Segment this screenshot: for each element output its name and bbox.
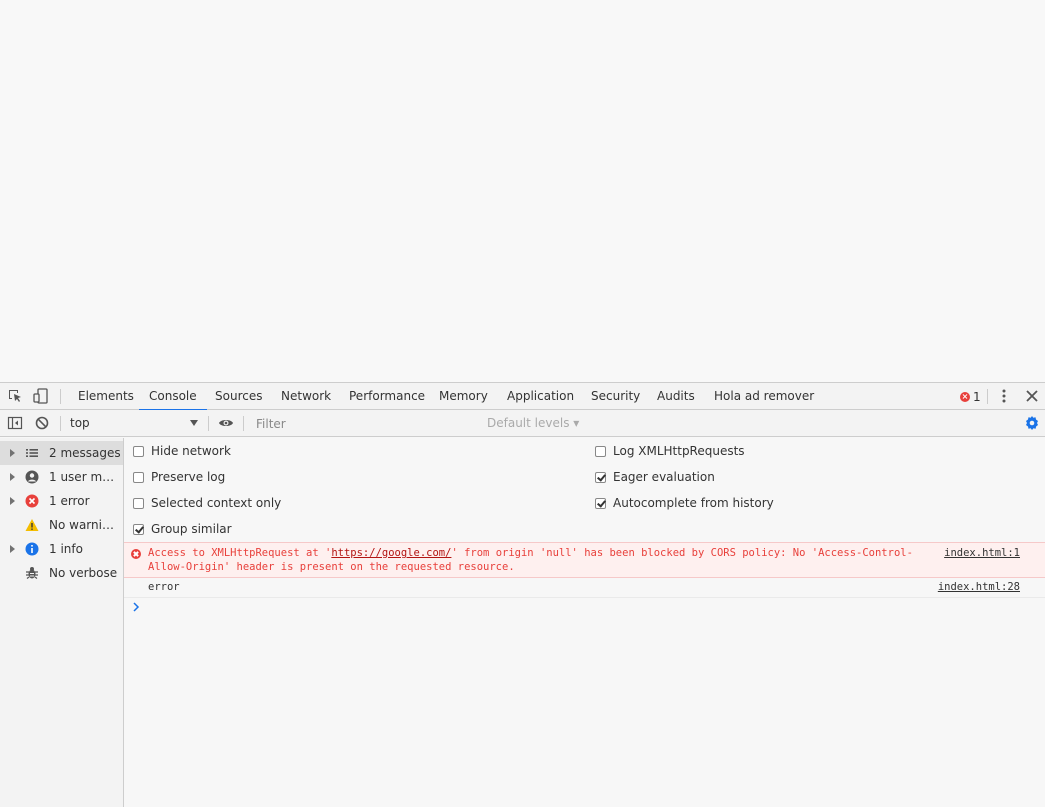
error-text-before: Access to XMLHttpRequest at ' [148, 547, 332, 559]
console-log-message: error index.html:28 [124, 578, 1045, 598]
devtools-panel: Elements Console Sources Network Perform… [0, 382, 1045, 807]
clear-console-icon[interactable] [34, 415, 50, 431]
preserve-log-option[interactable]: Preserve log [133, 467, 225, 487]
selected-context-label: Selected context only [151, 496, 282, 510]
warning-icon [25, 519, 39, 531]
error-count: 1 [973, 390, 981, 404]
close-icon[interactable] [1024, 388, 1040, 404]
tab-application[interactable]: Application [507, 383, 574, 410]
log-levels-label: Default levels [487, 416, 570, 430]
console-toolbar: top Default levels ▾ [0, 410, 1045, 437]
tab-console[interactable]: Console [139, 383, 207, 411]
tab-security[interactable]: Security [591, 383, 640, 410]
list-icon [26, 449, 38, 457]
sidebar-item-label: No verbose [49, 566, 118, 580]
page-viewport [0, 0, 1045, 382]
tab-network[interactable]: Network [281, 383, 331, 410]
hide-network-checkbox[interactable] [133, 445, 144, 457]
error-icon [25, 494, 39, 508]
devtools-tabbar: Elements Console Sources Network Perform… [0, 383, 1045, 411]
sidebar-item-label: 1 user mess... [49, 470, 121, 484]
info-icon [25, 542, 39, 556]
sidebar-item-label: 1 error [49, 494, 90, 508]
error-icon: × [960, 392, 970, 402]
expand-arrow-icon[interactable] [10, 473, 15, 481]
bug-icon [26, 567, 38, 579]
console-messages: Access to XMLHttpRequest at 'https://goo… [124, 542, 1045, 807]
eager-evaluation-checkbox[interactable] [595, 471, 606, 483]
toolbar-separator [987, 389, 988, 404]
error-message-text: Access to XMLHttpRequest at 'https://goo… [148, 546, 918, 574]
sidebar-item-label: 1 info [49, 542, 83, 556]
autocomplete-history-checkbox[interactable] [595, 497, 606, 509]
error-icon [131, 549, 141, 559]
log-xhr-label: Log XMLHttpRequests [613, 444, 745, 458]
preserve-log-checkbox[interactable] [133, 471, 144, 483]
log-source-link[interactable]: index.html:28 [938, 581, 1020, 593]
sidebar-item-errors[interactable]: 1 error [0, 489, 123, 513]
selected-context-checkbox[interactable] [133, 497, 144, 509]
error-source-link[interactable]: index.html:1 [944, 547, 1020, 559]
sidebar-item-label: No warnings [49, 518, 121, 532]
console-settings-pane: Hide network Preserve log Selected conte… [124, 438, 1045, 542]
expand-arrow-icon[interactable] [10, 497, 15, 505]
filter-input[interactable] [248, 414, 478, 433]
log-levels-dropdown[interactable]: Default levels ▾ [487, 415, 579, 432]
user-icon [25, 470, 39, 484]
eye-icon[interactable] [218, 415, 234, 431]
gear-icon[interactable] [1024, 415, 1040, 431]
tab-audits[interactable]: Audits [657, 383, 695, 410]
expand-arrow-icon[interactable] [10, 449, 15, 457]
autocomplete-history-option[interactable]: Autocomplete from history [595, 493, 774, 513]
group-similar-option[interactable]: Group similar [133, 519, 232, 539]
context-select[interactable]: top [70, 414, 200, 433]
sidebar-item-warnings[interactable]: No warnings [0, 513, 123, 537]
error-url-link[interactable]: https://google.com/ [331, 547, 451, 559]
eager-evaluation-label: Eager evaluation [613, 470, 715, 484]
chevron-down-icon [190, 420, 198, 426]
sidebar-item-verbose[interactable]: No verbose [0, 561, 123, 585]
sidebar-toggle-icon[interactable] [7, 415, 23, 431]
toolbar-separator [60, 416, 61, 431]
more-options-icon[interactable] [996, 388, 1012, 404]
selected-context-option[interactable]: Selected context only [133, 493, 281, 513]
tab-performance[interactable]: Performance [349, 383, 425, 410]
toolbar-separator [60, 389, 61, 404]
inspect-element-icon[interactable] [7, 388, 23, 404]
console-prompt-icon[interactable] [132, 602, 140, 612]
group-similar-checkbox[interactable] [133, 523, 144, 535]
console-error-message: Access to XMLHttpRequest at 'https://goo… [124, 542, 1045, 578]
toolbar-separator [243, 416, 244, 431]
chevron-down-icon: ▾ [573, 416, 580, 430]
expand-arrow-icon[interactable] [10, 545, 15, 553]
eager-evaluation-option[interactable]: Eager evaluation [595, 467, 715, 487]
log-message-text: error [148, 581, 180, 593]
tab-sources[interactable]: Sources [215, 383, 262, 410]
tab-elements[interactable]: Elements [78, 383, 134, 410]
device-toolbar-icon[interactable] [33, 388, 49, 404]
sidebar-item-user-messages[interactable]: 1 user mess... [0, 465, 123, 489]
error-count-badge[interactable]: × 1 [960, 389, 981, 405]
hide-network-label: Hide network [151, 444, 231, 458]
toolbar-separator [208, 416, 209, 431]
tab-memory[interactable]: Memory [439, 383, 488, 410]
log-xhr-option[interactable]: Log XMLHttpRequests [595, 441, 745, 461]
sidebar-item-label: 2 messages [49, 446, 121, 460]
preserve-log-label: Preserve log [151, 470, 226, 484]
sidebar-item-info[interactable]: 1 info [0, 537, 123, 561]
hide-network-option[interactable]: Hide network [133, 441, 231, 461]
tab-hola-ad-remover[interactable]: Hola ad remover [714, 383, 814, 410]
sidebar-item-messages[interactable]: 2 messages [0, 441, 123, 465]
console-sidebar: 2 messages 1 user mess... 1 error [0, 438, 124, 807]
group-similar-label: Group similar [151, 522, 232, 536]
autocomplete-history-label: Autocomplete from history [613, 496, 774, 510]
log-xhr-checkbox[interactable] [595, 445, 606, 457]
